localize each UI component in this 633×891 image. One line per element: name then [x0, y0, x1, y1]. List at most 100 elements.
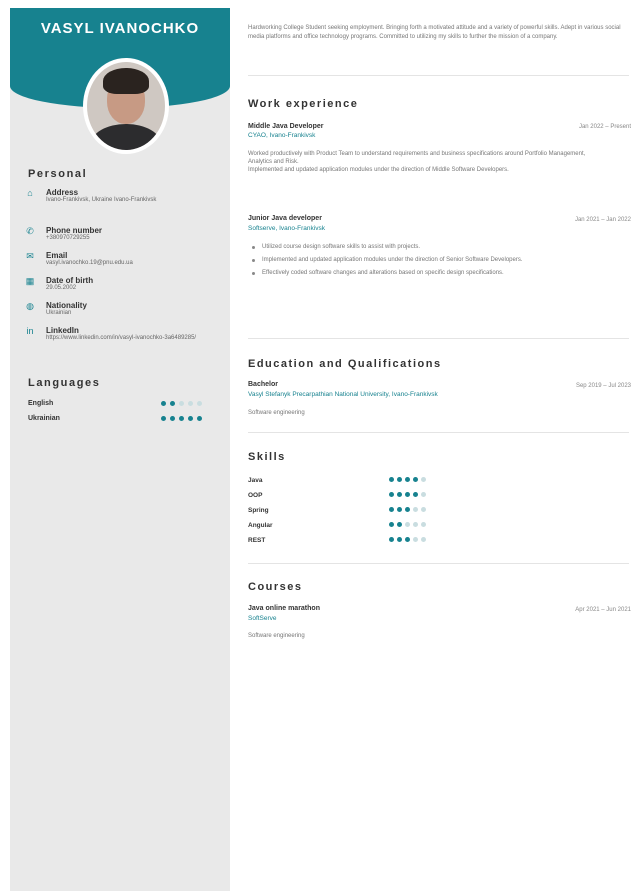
rating-dot	[389, 507, 394, 512]
personal-label: Nationality	[46, 301, 87, 310]
rating-dot	[413, 537, 418, 542]
rating-dot	[161, 416, 166, 421]
rating-dot	[413, 477, 418, 482]
rating-dot	[197, 401, 202, 406]
home-icon: ⌂	[27, 188, 33, 198]
avatar-shirt	[91, 124, 161, 150]
skill-name: Spring	[248, 507, 269, 514]
profile-photo	[83, 58, 169, 154]
education-degree: Bachelor	[248, 381, 278, 388]
rating-dot	[421, 507, 426, 512]
sidebar: VASYL IVANOCHKO Personal ⌂ Address Ivano…	[10, 8, 230, 891]
job-company: CYAO, Ivano-Frankivsk	[248, 132, 316, 139]
rating-dot	[389, 477, 394, 482]
rating-dot	[405, 477, 410, 482]
personal-label: LinkedIn	[46, 326, 79, 335]
work-experience-heading: Work experience	[248, 98, 359, 110]
personal-heading: Personal	[28, 168, 88, 180]
personal-value: Ukrainian	[46, 310, 72, 316]
skill-row: OOP	[248, 492, 508, 504]
personal-label: Date of birth	[46, 276, 94, 285]
skill-rating	[389, 477, 426, 482]
rating-dot	[188, 416, 193, 421]
language-row: English	[28, 400, 224, 412]
education-field: Software engineering	[248, 410, 305, 416]
divider	[248, 563, 629, 564]
personal-label: Phone number	[46, 226, 103, 235]
skill-name: Java	[248, 477, 263, 484]
job-title: Junior Java developer	[248, 215, 322, 222]
rating-dot	[397, 537, 402, 542]
education-dates: Sep 2019 – Jul 2023	[575, 383, 631, 389]
job-title: Middle Java Developer	[248, 123, 324, 130]
rating-dot	[413, 507, 418, 512]
rating-dot	[397, 492, 402, 497]
rating-dot	[405, 537, 410, 542]
job-dates: Jan 2022 – Present	[578, 124, 631, 130]
globe-icon: ◍	[26, 301, 34, 311]
avatar-hair	[103, 68, 149, 94]
job-dates: Jan 2021 – Jan 2022	[574, 217, 631, 223]
language-name: English	[28, 400, 54, 407]
job-bullets: Utilized course design software skills t…	[252, 243, 597, 282]
skill-rating	[389, 537, 426, 542]
rating-dot	[397, 507, 402, 512]
language-row: Ukrainian	[28, 415, 224, 427]
linkedin-icon: in	[26, 326, 34, 336]
rating-dot	[421, 477, 426, 482]
skill-rating	[389, 522, 426, 527]
rating-dot	[421, 492, 426, 497]
skill-row: Spring	[248, 507, 508, 519]
rating-dot	[389, 522, 394, 527]
language-name: Ukrainian	[28, 415, 60, 422]
course-dates: Apr 2021 – Jun 2021	[575, 607, 631, 613]
skill-name: Angular	[248, 522, 273, 529]
personal-value: 29.05.2002	[46, 285, 77, 291]
personal-value[interactable]: https://www.linkedin.com/in/vasyl-ivanoc…	[46, 335, 206, 342]
personal-label: Email	[46, 251, 68, 260]
rating-dot	[179, 416, 184, 421]
rating-dot	[413, 492, 418, 497]
rating-dot	[389, 537, 394, 542]
skill-rating	[389, 492, 426, 497]
course-field: Software engineering	[248, 633, 305, 639]
rating-dot	[413, 522, 418, 527]
skills-heading: Skills	[248, 451, 286, 463]
avatar	[87, 62, 165, 150]
list-item: Utilized course design software skills t…	[252, 243, 597, 251]
rating-dot	[405, 492, 410, 497]
personal-value[interactable]: vasyl.ivanochko.19@pnu.edu.ua	[46, 260, 206, 267]
divider	[248, 75, 629, 76]
email-icon: ✉	[26, 251, 34, 261]
education-heading: Education and Qualifications	[248, 358, 442, 370]
rating-dot	[397, 522, 402, 527]
skill-name: OOP	[248, 492, 263, 499]
rating-dot	[405, 522, 410, 527]
rating-dot	[421, 522, 426, 527]
course-title: Java online marathon	[248, 605, 320, 612]
personal-value: Ivano-Frankivsk, Ukraine Ivano-Frankivsk	[46, 197, 157, 203]
phone-icon: ✆	[26, 226, 34, 236]
list-item: Implemented and updated application modu…	[252, 256, 597, 264]
course-provider: SoftServe	[248, 615, 277, 622]
rating-dot	[170, 416, 175, 421]
rating-dot	[179, 401, 184, 406]
skill-row: REST	[248, 537, 508, 549]
language-rating	[161, 401, 202, 406]
divider	[248, 432, 629, 433]
profile-summary: Hardworking College Student seeking empl…	[248, 25, 621, 40]
rating-dot	[421, 537, 426, 542]
candidate-name: VASYL IVANOCHKO	[40, 20, 200, 37]
list-item: Effectively coded software changes and a…	[252, 269, 597, 277]
personal-value: +380970729255	[46, 235, 90, 241]
divider	[248, 338, 629, 339]
rating-dot	[405, 507, 410, 512]
skill-rating	[389, 507, 426, 512]
education-school: Vasyl Stefanyk Precarpathian National Un…	[248, 391, 438, 398]
skill-row: Angular	[248, 522, 508, 534]
rating-dot	[170, 401, 175, 406]
rating-dot	[389, 492, 394, 497]
calendar-icon: ▦	[25, 276, 35, 286]
rating-dot	[161, 401, 166, 406]
personal-label: Address	[46, 188, 79, 197]
